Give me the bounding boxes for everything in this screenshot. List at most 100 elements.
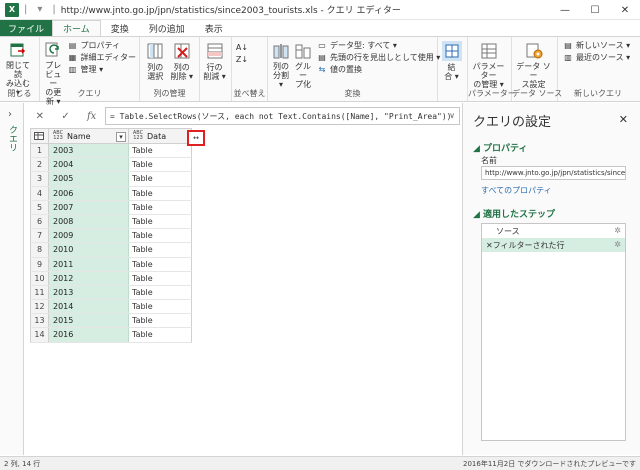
- row-number[interactable]: 4: [31, 186, 49, 200]
- cell-data[interactable]: Table: [129, 172, 191, 185]
- type-any-icon[interactable]: ABC 123: [52, 131, 64, 141]
- reduce-rows-button[interactable]: 行の 削減 ▾: [203, 39, 226, 89]
- column-header-data[interactable]: ABC 123 Data ↔: [129, 129, 205, 146]
- advanced-editor-button[interactable]: ▦ 詳細エディター: [68, 51, 136, 63]
- combine-button[interactable]: 結 合 ▾: [441, 39, 462, 89]
- cell-data[interactable]: Table: [129, 286, 191, 299]
- gear-icon-2[interactable]: ✲: [614, 240, 621, 249]
- table-row[interactable]: 13 2015 Table: [30, 314, 192, 329]
- sort-descending-button[interactable]: Z↓: [236, 53, 250, 65]
- row-number[interactable]: 3: [31, 172, 49, 186]
- cell-name[interactable]: 2010: [49, 243, 129, 257]
- data-source-settings-button[interactable]: データ ソー ス設定: [515, 39, 552, 89]
- cell-data[interactable]: Table: [129, 201, 191, 214]
- tab-home[interactable]: ホーム: [52, 20, 101, 36]
- cell-data[interactable]: Table: [129, 243, 191, 256]
- table-row[interactable]: 4 2006 Table: [30, 186, 192, 201]
- table-row[interactable]: 3 2005 Table: [30, 172, 192, 187]
- row-number[interactable]: 2: [31, 158, 49, 172]
- manage-button[interactable]: ▥ 管理 ▾: [68, 63, 136, 75]
- delete-step-icon[interactable]: ✕: [486, 241, 493, 250]
- expand-formula-icon[interactable]: ∨: [449, 111, 455, 120]
- all-properties-link[interactable]: すべてのプロパティ: [481, 185, 552, 196]
- accept-formula-icon[interactable]: ✓: [61, 111, 69, 122]
- row-number[interactable]: 11: [31, 285, 49, 300]
- maximize-icon[interactable]: ☐: [580, 0, 610, 20]
- cell-data[interactable]: Table: [129, 187, 191, 200]
- cancel-formula-icon[interactable]: ✕: [36, 111, 44, 122]
- cell-name[interactable]: 2004: [49, 158, 129, 172]
- row-number[interactable]: 8: [31, 243, 49, 257]
- new-source-button[interactable]: ▤ 新しいソース ▾: [563, 39, 630, 51]
- cell-name[interactable]: 2013: [49, 285, 129, 300]
- cell-name[interactable]: 2005: [49, 172, 129, 186]
- filter-icon[interactable]: ▾: [116, 132, 126, 142]
- table-row[interactable]: 8 2010 Table: [30, 243, 192, 258]
- table-row[interactable]: 9 2011 Table: [30, 257, 192, 272]
- table-row[interactable]: 7 2009 Table: [30, 229, 192, 244]
- cell-data[interactable]: Table: [129, 328, 191, 341]
- manage-parameters-button[interactable]: パラメーター の管理 ▾: [471, 39, 506, 89]
- cell-name[interactable]: 2006: [49, 186, 129, 200]
- replace-values-button[interactable]: ⇆ 値の置換: [317, 63, 440, 75]
- column-header-name[interactable]: ABC 123 Name ▾: [49, 129, 129, 143]
- row-number[interactable]: 10: [31, 271, 49, 285]
- table-row[interactable]: 10 2012 Table: [30, 271, 192, 286]
- cell-name[interactable]: 2011: [49, 257, 129, 271]
- row-number[interactable]: 12: [31, 300, 49, 314]
- query-name-input[interactable]: http://www.jnto.go.jp/jpn/statistics/sin…: [481, 166, 626, 180]
- split-column-button[interactable]: 列の 分割 ▾: [271, 39, 291, 89]
- cell-data[interactable]: Table: [129, 158, 191, 171]
- close-pane-icon[interactable]: ✕: [619, 113, 628, 126]
- properties-section-header[interactable]: ◢ プロパティ: [473, 141, 528, 154]
- table-row[interactable]: 1 2003 Table: [30, 144, 192, 159]
- cell-name[interactable]: 2012: [49, 271, 129, 285]
- quick-access-chevron-icon[interactable]: ▾: [37, 4, 42, 15]
- tab-view[interactable]: 表示: [195, 20, 233, 36]
- cell-name[interactable]: 2007: [49, 200, 129, 214]
- formula-input[interactable]: = Table.SelectRows(ソース, each not Text.Co…: [105, 107, 460, 125]
- table-row[interactable]: 6 2008 Table: [30, 214, 192, 230]
- cell-data[interactable]: Table: [129, 229, 191, 242]
- cell-name[interactable]: 2016: [49, 328, 129, 342]
- table-row[interactable]: 2 2004 Table: [30, 158, 192, 173]
- table-row[interactable]: 11 2013 Table: [30, 285, 192, 301]
- step-source[interactable]: ソース ✲: [482, 224, 625, 238]
- row-number[interactable]: 9: [31, 257, 49, 271]
- choose-columns-button[interactable]: 列の 選択: [143, 39, 168, 89]
- table-menu-icon[interactable]: [31, 129, 49, 143]
- properties-button[interactable]: ▤ プロパティ: [68, 39, 136, 51]
- remove-columns-button[interactable]: 列の 削除 ▾: [170, 39, 195, 89]
- close-icon[interactable]: ✕: [610, 0, 640, 20]
- row-number[interactable]: 1: [31, 144, 49, 158]
- cell-data[interactable]: Table: [129, 272, 191, 285]
- cell-data[interactable]: Table: [129, 258, 191, 271]
- table-row[interactable]: 14 2016 Table: [30, 328, 192, 343]
- cell-name[interactable]: 2009: [49, 229, 129, 243]
- type-any-icon-data[interactable]: ABC 123: [132, 131, 144, 141]
- row-number[interactable]: 5: [31, 200, 49, 214]
- row-number[interactable]: 7: [31, 229, 49, 243]
- first-row-header-button[interactable]: ▤ 先頭の行を見出しとして使用 ▾: [317, 51, 440, 63]
- cell-name[interactable]: 2008: [49, 214, 129, 229]
- sort-ascending-button[interactable]: A↓: [236, 41, 250, 53]
- row-number[interactable]: 6: [31, 214, 49, 229]
- table-row[interactable]: 12 2014 Table: [30, 300, 192, 315]
- recent-source-button[interactable]: ▥ 最近のソース ▾: [563, 51, 630, 63]
- tab-file[interactable]: ファイル: [0, 20, 53, 36]
- cell-name[interactable]: 2014: [49, 300, 129, 314]
- step-filtered-rows[interactable]: ✕ フィルターされた行 ✲: [482, 238, 625, 252]
- tab-add-column[interactable]: 列の追加: [139, 20, 195, 36]
- cell-name[interactable]: 2015: [49, 314, 129, 328]
- tab-transform[interactable]: 変換: [101, 20, 139, 36]
- row-number[interactable]: 13: [31, 314, 49, 328]
- minimize-icon[interactable]: —: [550, 0, 580, 20]
- expand-column-icon[interactable]: ↔: [187, 130, 205, 146]
- applied-steps-header[interactable]: ◢ 適用したステップ: [473, 207, 555, 220]
- table-row[interactable]: 5 2007 Table: [30, 200, 192, 215]
- data-type-dropdown[interactable]: ▭ データ型: すべて ▾: [317, 39, 440, 51]
- cell-data[interactable]: Table: [129, 314, 191, 327]
- row-number[interactable]: 14: [31, 328, 49, 342]
- group-by-button[interactable]: グルー プ化: [293, 39, 313, 89]
- queries-pane-label[interactable]: クエリ: [6, 125, 19, 152]
